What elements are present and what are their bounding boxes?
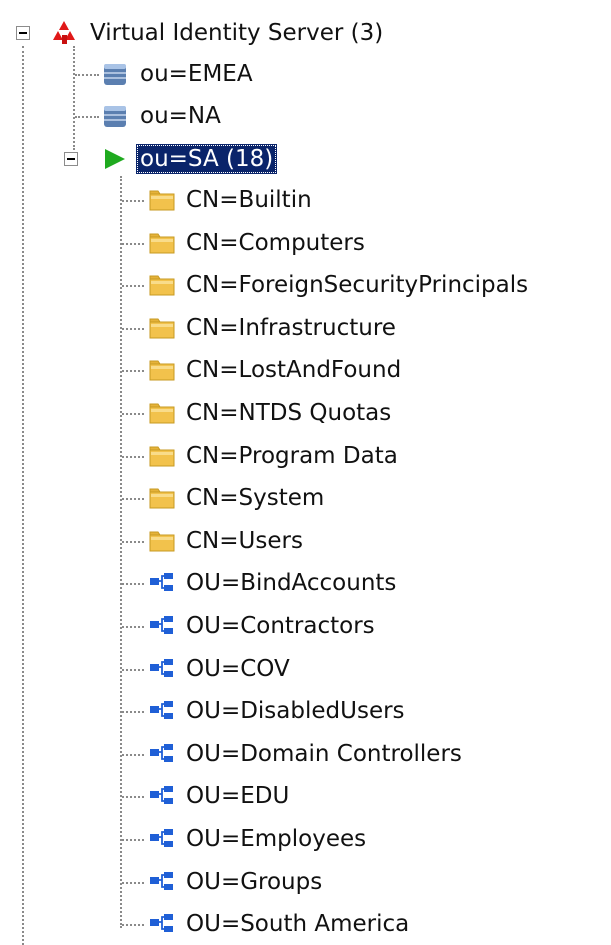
- tree-branch: [122, 413, 144, 415]
- database-icon: [100, 59, 136, 89]
- tree-node-label: OU=BindAccounts: [186, 570, 397, 596]
- org-unit-icon: [146, 611, 182, 641]
- folder-icon: [146, 185, 182, 215]
- tree-node-label: Virtual Identity Server (3): [90, 20, 384, 46]
- tree-branch: [122, 754, 144, 756]
- tree-node-label: CN=LostAndFound: [186, 357, 402, 383]
- tree-node-emea[interactable]: ou=EMEA: [100, 57, 257, 91]
- tree-node-label: CN=Users: [186, 528, 303, 554]
- tree-node-root[interactable]: Virtual Identity Server (3): [50, 16, 387, 50]
- tree-node-label: OU=COV: [186, 656, 290, 682]
- org-unit-icon: [146, 867, 182, 897]
- tree-connector-root: [22, 46, 24, 945]
- tree-node-ou-employees[interactable]: OU=Employees: [146, 822, 370, 856]
- tree-branch: [122, 541, 144, 543]
- tree-connector-children: [120, 176, 122, 928]
- tree-node-label: ou=NA: [140, 103, 221, 129]
- tree-branch: [122, 328, 144, 330]
- folder-icon: [146, 441, 182, 471]
- tree-branch: [122, 626, 144, 628]
- tree-node-label: CN=System: [186, 485, 325, 511]
- tree-node-cn-users[interactable]: CN=Users: [146, 524, 307, 558]
- tree-node-label-selected: ou=SA (18): [136, 144, 278, 174]
- folder-icon: [146, 313, 182, 343]
- tree-node-label: OU=Employees: [186, 826, 367, 852]
- org-unit-icon: [146, 781, 182, 811]
- tree-node-na[interactable]: ou=NA: [100, 99, 225, 133]
- tree-node-cn-program-data[interactable]: CN=Program Data: [146, 439, 402, 473]
- folder-icon: [146, 483, 182, 513]
- tree-branch: [122, 882, 144, 884]
- tree-node-label: CN=Builtin: [186, 187, 312, 213]
- tree-branch: [122, 711, 144, 713]
- tree-node-label: OU=EDU: [186, 783, 290, 809]
- tree-node-label: OU=Groups: [186, 869, 323, 895]
- tree-branch: [122, 796, 144, 798]
- tree-node-cn-computers[interactable]: CN=Computers: [146, 226, 369, 260]
- sa-collapse-toggle[interactable]: [64, 152, 78, 166]
- tree-branch: [122, 924, 144, 926]
- folder-icon: [146, 526, 182, 556]
- tree-node-cn-foreignsecurityprincipals[interactable]: CN=ForeignSecurityPrincipals: [146, 268, 532, 302]
- tree-branch: [75, 116, 99, 118]
- tree-node-sa[interactable]: ou=SA (18): [100, 142, 278, 176]
- database-icon: [100, 101, 136, 131]
- tree-node-label: CN=Computers: [186, 230, 365, 256]
- org-unit-icon: [146, 739, 182, 769]
- tree-node-label: CN=ForeignSecurityPrincipals: [186, 272, 529, 298]
- tree-node-ou-contractors[interactable]: OU=Contractors: [146, 609, 379, 643]
- server-root-icon: [50, 18, 86, 48]
- tree-node-cn-lostandfound[interactable]: CN=LostAndFound: [146, 353, 405, 387]
- tree-node-cn-ntds-quotas[interactable]: CN=NTDS Quotas: [146, 396, 395, 430]
- tree-node-label: OU=Contractors: [186, 613, 375, 639]
- tree-branch: [122, 243, 144, 245]
- tree-node-cn-system[interactable]: CN=System: [146, 481, 328, 515]
- tree-node-ou-groups[interactable]: OU=Groups: [146, 865, 326, 899]
- tree-branch: [122, 583, 144, 585]
- tree-branch: [122, 200, 144, 202]
- folder-icon: [146, 270, 182, 300]
- tree-node-ou-disabledusers[interactable]: OU=DisabledUsers: [146, 694, 409, 728]
- tree-node-label: OU=South America: [186, 911, 410, 937]
- tree-node-label: CN=NTDS Quotas: [186, 400, 392, 426]
- tree-branch: [75, 74, 99, 76]
- org-unit-icon: [146, 654, 182, 684]
- tree-connector-partitions: [73, 46, 75, 150]
- tree-branch: [122, 456, 144, 458]
- tree-node-label: OU=DisabledUsers: [186, 698, 405, 724]
- org-unit-icon: [146, 909, 182, 939]
- tree-branch: [122, 839, 144, 841]
- play-arrow-icon: [100, 144, 136, 174]
- root-collapse-toggle[interactable]: [16, 26, 30, 40]
- directory-tree: Virtual Identity Server (3) ou=EMEA ou=N…: [0, 0, 611, 945]
- folder-icon: [146, 398, 182, 428]
- tree-branch: [122, 285, 144, 287]
- org-unit-icon: [146, 696, 182, 726]
- tree-node-label: ou=EMEA: [140, 61, 253, 87]
- tree-branch: [122, 669, 144, 671]
- folder-icon: [146, 355, 182, 385]
- folder-icon: [146, 228, 182, 258]
- tree-node-label: OU=Domain Controllers: [186, 741, 462, 767]
- tree-node-ou-edu[interactable]: OU=EDU: [146, 779, 293, 813]
- tree-node-label: CN=Program Data: [186, 443, 398, 469]
- tree-node-ou-domain-controllers[interactable]: OU=Domain Controllers: [146, 737, 466, 771]
- tree-node-cn-builtin[interactable]: CN=Builtin: [146, 183, 316, 217]
- tree-node-label: CN=Infrastructure: [186, 315, 396, 341]
- tree-node-ou-bindaccounts[interactable]: OU=BindAccounts: [146, 566, 400, 600]
- org-unit-icon: [146, 568, 182, 598]
- tree-node-cn-infrastructure[interactable]: CN=Infrastructure: [146, 311, 400, 345]
- tree-node-ou-cov[interactable]: OU=COV: [146, 652, 294, 686]
- tree-node-ou-south-america[interactable]: OU=South America: [146, 907, 413, 941]
- org-unit-icon: [146, 824, 182, 854]
- tree-branch: [122, 498, 144, 500]
- tree-branch: [122, 370, 144, 372]
